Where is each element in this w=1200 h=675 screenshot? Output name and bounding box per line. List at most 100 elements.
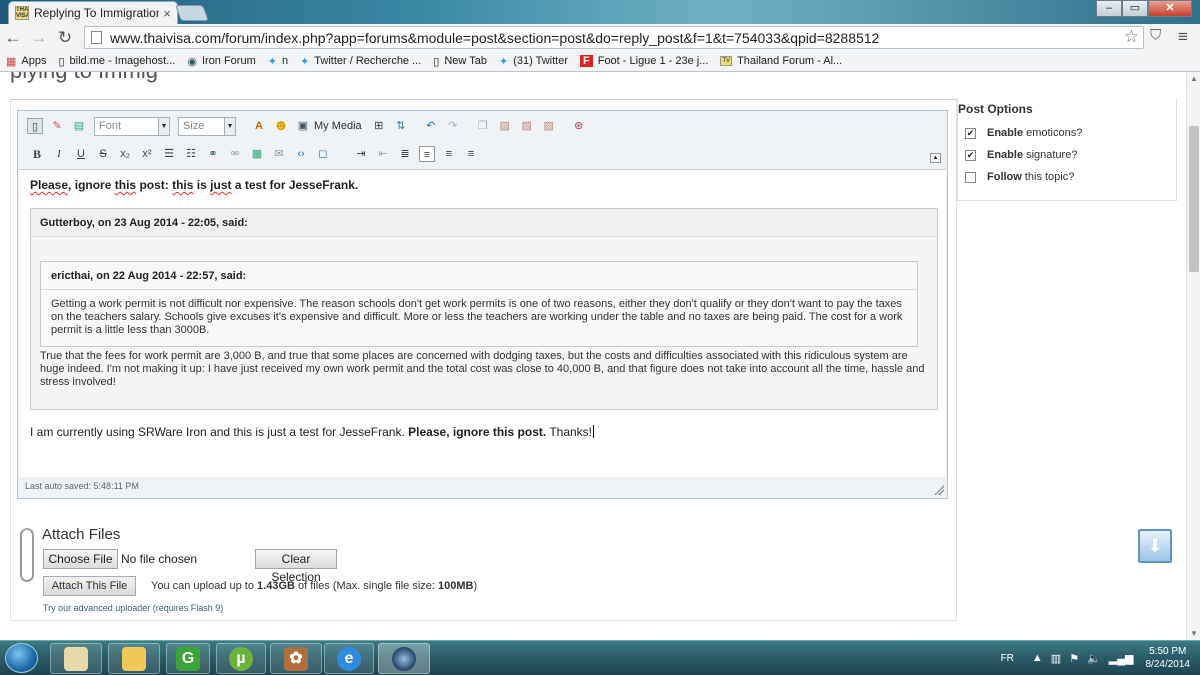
taskbar-utorrent[interactable]: µ (216, 643, 266, 674)
paste-word-icon[interactable]: ▨ (541, 118, 557, 134)
editor-content-area[interactable]: Please, ignore this post: this is just a… (19, 169, 946, 477)
network-icon[interactable]: ▥ (1051, 652, 1061, 665)
binoculars-icon[interactable]: ⊞ (371, 118, 387, 134)
taskbar-file-explorer[interactable] (50, 643, 102, 674)
taskbar-g-app[interactable]: G (166, 643, 210, 674)
resize-handle-icon[interactable] (934, 485, 944, 495)
address-bar[interactable]: www.thaivisa.com/forum/index.php?app=for… (84, 26, 1144, 49)
clear-selection-button[interactable]: Clear Selection (255, 549, 337, 584)
indent-icon[interactable]: ⇥ (353, 146, 369, 162)
text-color-icon[interactable]: A (251, 118, 267, 134)
taskbar-folder[interactable] (108, 643, 160, 674)
checkbox-unchecked[interactable] (965, 171, 976, 183)
bullet-list-icon[interactable]: ☰ (161, 146, 177, 162)
text-caret (593, 425, 595, 438)
emoticon-icon[interactable]: ☻ (273, 118, 289, 134)
quote-icon[interactable]: ◻ (315, 146, 331, 162)
scrollbar-thumb[interactable] (1189, 126, 1199, 272)
scroll-to-bottom-button[interactable]: ⬇ (1138, 529, 1172, 563)
bookmark-thailand-forum[interactable]: TV Thailand Forum - Al... (720, 55, 842, 67)
unlink-icon[interactable]: ⚮ (227, 146, 243, 162)
maximize-button[interactable]: ▭ (1122, 0, 1148, 17)
bold-icon[interactable]: B (29, 146, 45, 162)
bookmark-twitter-31[interactable]: ✦ (31) Twitter (499, 55, 568, 68)
minimize-button[interactable]: – (1096, 0, 1122, 17)
upload-size: 1.43GB (257, 580, 295, 592)
subscript-icon[interactable]: x₂ (117, 146, 133, 162)
g-app-icon: G (176, 646, 200, 671)
paste-plain-icon[interactable]: ▨ (519, 118, 535, 134)
bookmark-iron-forum[interactable]: ◉ Iron Forum (187, 55, 255, 68)
source-toggle-icon[interactable]: ▯ (27, 118, 43, 134)
flag-icon[interactable]: ⚑ (1069, 652, 1079, 665)
bookmark-twitter-n[interactable]: ✦ n (268, 55, 288, 68)
italic-icon[interactable]: I (51, 146, 67, 162)
taskbar-srware-iron[interactable] (378, 643, 430, 674)
start-button-icon[interactable] (5, 643, 38, 673)
new-tab-button[interactable] (175, 5, 209, 21)
page-scrollbar[interactable]: ▲ ▼ (1186, 72, 1200, 640)
checkbox-checked[interactable]: ✔ (965, 127, 976, 139)
collapse-toolbar-icon[interactable]: ▲ (930, 153, 941, 163)
reload-icon[interactable]: ↻ (52, 28, 78, 48)
undo-icon[interactable]: ↶ (423, 118, 439, 134)
eraser-icon[interactable]: ✎ (49, 118, 65, 134)
strikethrough-icon[interactable]: S (95, 146, 111, 162)
tab-close-icon[interactable]: × (163, 6, 171, 21)
bookmark-new-tab[interactable]: ▯ New Tab (433, 55, 487, 68)
language-indicator[interactable]: FR (1001, 653, 1014, 664)
option-enable-emoticons[interactable]: ✔ Enable emoticons? (965, 127, 1082, 139)
checkbox-checked[interactable]: ✔ (965, 149, 976, 161)
align-left-icon[interactable]: ≡ (419, 146, 435, 162)
link-icon[interactable]: ⚭ (205, 146, 221, 162)
paste-text-icon[interactable]: ▤ (71, 118, 87, 134)
close-window-button[interactable]: ✕ (1148, 0, 1192, 17)
copy-icon[interactable]: ❐ (475, 118, 491, 134)
bookmark-star-icon[interactable]: ☆ (1124, 27, 1139, 47)
taskbar-internet-explorer[interactable]: e (324, 643, 374, 674)
size-select[interactable]: Size ▼ (178, 116, 236, 136)
text-fragment: Thanks! (549, 425, 593, 439)
volume-icon[interactable]: 🔈 (1087, 652, 1101, 665)
underline-icon[interactable]: U (73, 146, 89, 162)
text-fragment: a test for (234, 178, 286, 192)
numbered-list-icon[interactable]: ☷ (183, 146, 199, 162)
my-media-button[interactable]: My Media (314, 120, 362, 132)
option-label: emoticons? (1026, 127, 1083, 139)
special-char-icon[interactable]: ⇅ (393, 118, 409, 134)
attach-files-heading: Attach Files (42, 526, 121, 543)
media-icon[interactable]: ▣ (295, 118, 311, 134)
bookmark-apps[interactable]: ▦ Apps (6, 55, 46, 68)
back-icon[interactable]: ← (0, 28, 26, 48)
advanced-uploader-link[interactable]: Try our advanced uploader (requires Flas… (43, 603, 223, 613)
spellcheck-icon[interactable]: ⊛ (571, 118, 587, 134)
system-clock[interactable]: 5:50 PM 8/24/2014 (1146, 645, 1191, 671)
redo-icon[interactable]: ↷ (445, 118, 461, 134)
bookmark-bildme[interactable]: ▯ bild.me - Imagehost... (58, 55, 175, 68)
choose-file-button[interactable]: Choose File (43, 549, 118, 569)
attach-file-button[interactable]: Attach This File (43, 576, 136, 596)
bookmark-foot-ligue1[interactable]: F Foot - Ligue 1 - 23e j... (579, 55, 708, 67)
outdent-icon[interactable]: ⇤ (375, 146, 391, 162)
align-center-icon[interactable]: ≡ (441, 146, 457, 162)
scroll-down-icon[interactable]: ▼ (1190, 629, 1198, 638)
align-right-icon[interactable]: ≡ (463, 146, 479, 162)
image-icon[interactable]: ▩ (249, 146, 265, 162)
paste-icon[interactable]: ▨ (497, 118, 513, 134)
browser-menu-icon[interactable]: ≡ (1178, 27, 1188, 47)
font-select[interactable]: Font ▼ (94, 116, 170, 136)
code-icon[interactable]: ‹› (293, 146, 309, 162)
scroll-up-icon[interactable]: ▲ (1190, 74, 1198, 83)
option-follow-topic[interactable]: Follow this topic? (965, 171, 1074, 183)
justify-icon[interactable]: ≣ (397, 146, 413, 162)
email-icon[interactable]: ✉ (271, 146, 287, 162)
bookmark-twitter-recherche[interactable]: ✦ Twitter / Recherche ... (300, 55, 421, 68)
shield-extension-icon[interactable]: ⛉ (1150, 27, 1161, 44)
superscript-icon[interactable]: x² (139, 146, 155, 162)
show-hidden-icons-icon[interactable]: ▲ (1032, 652, 1043, 664)
browser-tab-active[interactable]: THAI VISA Replying To Immigration I × (8, 1, 178, 24)
taskbar-rabbit-app[interactable]: ✿ (270, 643, 322, 674)
option-enable-signature[interactable]: ✔ Enable signature? (965, 149, 1077, 161)
forward-icon[interactable]: → (26, 28, 52, 48)
signal-icon[interactable]: ▂▄▆ (1109, 652, 1134, 665)
